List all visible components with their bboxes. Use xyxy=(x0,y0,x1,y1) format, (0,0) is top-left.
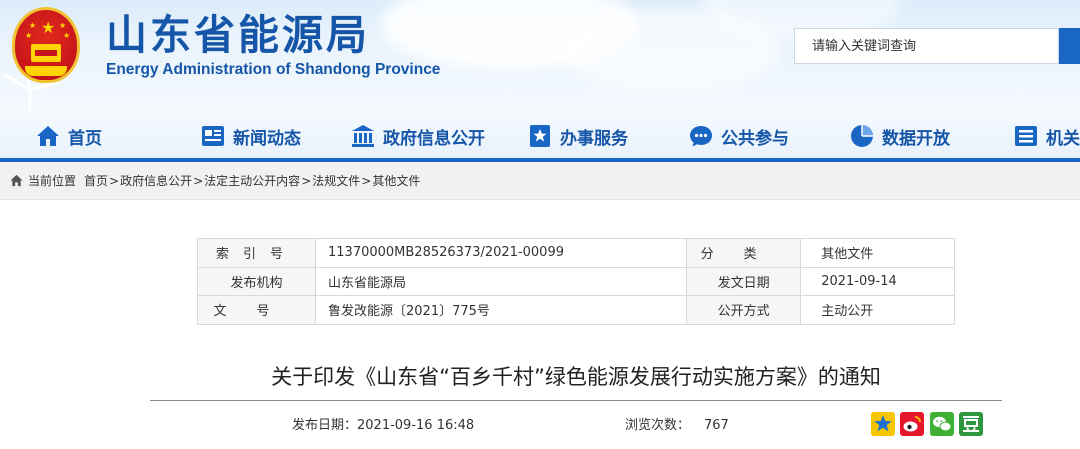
breadcrumb-separator: > xyxy=(109,173,120,188)
share-wechat-button[interactable] xyxy=(930,412,954,436)
share-weibo-button[interactable] xyxy=(900,412,924,436)
index-no-value: 11370000MB28526373/2021-00099 xyxy=(314,238,688,268)
breadcrumb-item-other[interactable]: 其他文件 xyxy=(372,172,420,189)
breadcrumb-item-gov-info[interactable]: 政府信息公开 xyxy=(120,172,192,189)
breadcrumb-prefix: 当前位置 xyxy=(28,174,77,188)
issuer-label: 发布机构 xyxy=(197,266,316,297)
breadcrumb-separator: > xyxy=(301,173,312,188)
government-building-icon xyxy=(352,125,374,147)
table-row: 文号 鲁发改能源〔2021〕775号 公开方式 主动公开 xyxy=(197,295,955,325)
publish-date-value: 2021-09-16 16:48 xyxy=(357,418,475,433)
category-label: 分类 xyxy=(686,238,802,268)
table-row: 发布机构 山东省能源局 发文日期 2021-09-14 xyxy=(197,266,955,297)
view-count: 浏览次数： 767 xyxy=(625,416,729,436)
org-icon xyxy=(1015,126,1037,146)
news-icon xyxy=(202,126,224,146)
breadcrumb-item-statutory[interactable]: 法定主动公开内容 xyxy=(204,172,300,189)
breadcrumb-item-home[interactable]: 首页 xyxy=(84,172,108,189)
disclosure-label: 公开方式 xyxy=(686,295,802,325)
category-value: 其他文件 xyxy=(800,238,955,268)
site-title[interactable]: 山东省能源局 xyxy=(106,10,370,60)
search-box xyxy=(794,28,1059,64)
national-emblem-icon: ★ ★ ★ ★ ★ xyxy=(12,7,80,83)
publish-date: 发布日期：2021-09-16 16:48 xyxy=(292,416,474,436)
doc-no-value: 鲁发改能源〔2021〕775号 xyxy=(314,295,688,325)
nav-item-label: 政府信息公开 xyxy=(383,128,485,149)
breadcrumb: 当前位置 首页 > 政府信息公开 > 法定主动公开内容 > 法规文件 > 其他文… xyxy=(0,162,1080,200)
home-small-icon xyxy=(10,174,23,187)
nav-item-label: 首页 xyxy=(68,128,102,149)
nav-item-services[interactable]: 办事服务 xyxy=(528,112,628,160)
nav-item-news[interactable]: 新闻动态 xyxy=(201,112,301,160)
weibo-icon xyxy=(900,412,924,436)
view-count-value: 767 xyxy=(704,418,729,433)
qzone-star-icon xyxy=(871,412,895,436)
douban-icon xyxy=(959,412,983,436)
nav-item-public[interactable]: 公共参与 xyxy=(689,112,789,160)
document-info-table: 索引号 11370000MB28526373/2021-00099 分类 其他文… xyxy=(197,238,955,325)
share-qzone-button[interactable] xyxy=(871,412,895,436)
table-row: 索引号 11370000MB28526373/2021-00099 分类 其他文… xyxy=(197,238,955,268)
article-title: 关于印发《山东省“百乡千村”绿色能源发展行动实施方案》的通知 xyxy=(271,365,881,389)
breadcrumb-item-regulations[interactable]: 法规文件 xyxy=(312,172,360,189)
issue-date-value: 2021-09-14 xyxy=(800,266,955,297)
disclosure-value: 主动公开 xyxy=(800,295,955,325)
nav-item-home[interactable]: 首页 xyxy=(36,112,102,160)
nav-item-org[interactable]: 机关 xyxy=(1014,112,1080,160)
home-icon xyxy=(37,126,59,146)
nav-item-gov-info[interactable]: 政府信息公开 xyxy=(351,112,485,160)
title-divider xyxy=(150,400,1002,401)
index-no-label: 索引号 xyxy=(197,238,316,268)
breadcrumb-separator: > xyxy=(193,173,204,188)
breadcrumb-separator: > xyxy=(361,173,372,188)
nav-item-label: 机关 xyxy=(1046,128,1080,149)
view-count-label: 浏览次数： xyxy=(625,418,691,433)
search-button[interactable] xyxy=(1059,28,1080,64)
nav-item-label: 办事服务 xyxy=(560,128,628,149)
doc-no-label: 文号 xyxy=(197,295,316,325)
nav-item-label: 公共参与 xyxy=(721,128,789,149)
site-subtitle: Energy Administration of Shandong Provin… xyxy=(106,61,441,78)
issue-date-label: 发文日期 xyxy=(686,266,802,297)
share-douban-button[interactable] xyxy=(959,412,983,436)
pie-chart-icon xyxy=(851,125,873,147)
wechat-icon xyxy=(930,412,954,436)
nav-item-label: 数据开放 xyxy=(882,128,950,149)
chat-bubble-icon xyxy=(690,126,712,147)
main-nav: 首页 新闻动态 政府信息公开 办事服务 公共参与 数据开放 机关 xyxy=(0,112,1080,160)
issuer-value: 山东省能源局 xyxy=(314,266,688,297)
service-star-icon xyxy=(530,125,550,147)
nav-item-label: 新闻动态 xyxy=(233,128,301,149)
site-header: ★ ★ ★ ★ ★ 山东省能源局 Energy Administration o… xyxy=(0,0,1080,112)
publish-date-label: 发布日期： xyxy=(292,418,358,433)
search-input[interactable] xyxy=(795,29,1058,63)
nav-item-data[interactable]: 数据开放 xyxy=(850,112,950,160)
